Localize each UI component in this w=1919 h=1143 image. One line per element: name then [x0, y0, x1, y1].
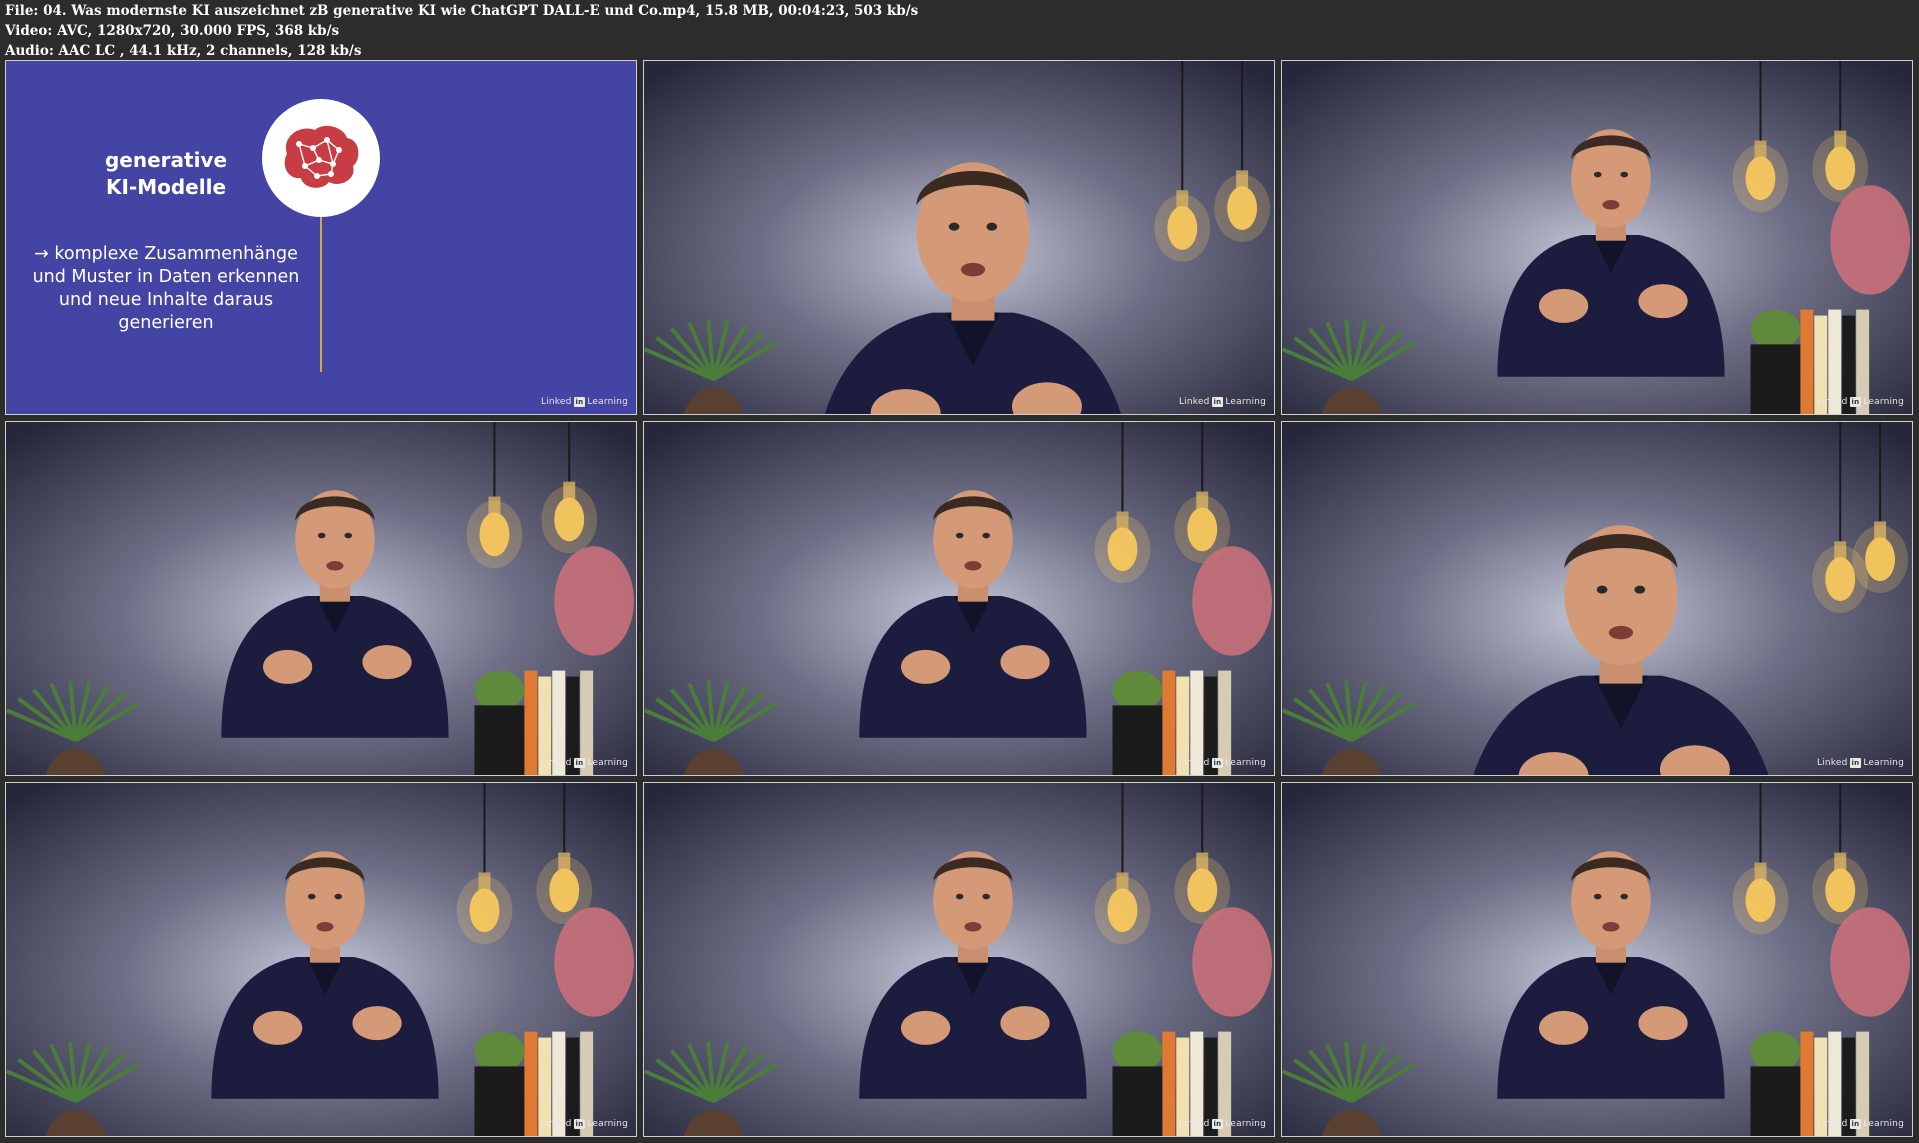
slide-body: → komplexe Zusammenhänge und Muster in D… [26, 243, 306, 335]
thumbnail-slide: generative KI-Modelle → komplexe Zusamme… [5, 60, 637, 415]
video-info-line: Video: AVC, 1280x720, 30.000 FPS, 368 kb… [5, 23, 340, 39]
slide-body-line: generieren [118, 313, 214, 333]
linkedin-learning-watermark: Linked in Learning [1817, 758, 1904, 768]
slide-body-line: und Muster in Daten erkennen [32, 267, 300, 287]
watermark-text: Learning [1225, 1119, 1266, 1129]
slide-title-line: generative [104, 148, 228, 172]
watermark-text: Linked [1816, 758, 1848, 768]
watermark-text: Learning [1225, 758, 1266, 768]
linkedin-logo-icon: in [573, 397, 586, 407]
watermark-text: Learning [1225, 397, 1266, 407]
presenter-scene [644, 61, 1274, 414]
watermark-text: Linked [540, 397, 572, 407]
watermark-text: Linked [1178, 758, 1210, 768]
watermark-text: Linked [540, 758, 572, 768]
watermark-text: Learning [587, 397, 628, 407]
linkedin-learning-watermark: Linked in Learning [1179, 1119, 1266, 1129]
linkedin-logo-icon: in [573, 758, 586, 768]
thumbnail-presenter-4: Linked in Learning [643, 421, 1275, 776]
audio-info-line: Audio: AAC LC , 44.1 kHz, 2 channels, 12… [5, 43, 362, 59]
presenter-scene [6, 783, 636, 1136]
slide-title: generative KI-Modelle [76, 147, 256, 201]
linkedin-logo-icon: in [573, 1119, 586, 1129]
linkedin-logo-icon: in [1211, 1119, 1224, 1129]
presenter-scene [644, 783, 1274, 1136]
linkedin-logo-icon: in [1849, 758, 1862, 768]
linkedin-learning-watermark: Linked in Learning [541, 1119, 628, 1129]
watermark-text: Learning [587, 1119, 628, 1129]
presenter-scene [1282, 61, 1912, 414]
thumbnail-presenter-7: Linked in Learning [643, 782, 1275, 1137]
watermark-text: Learning [587, 758, 628, 768]
thumbnail-grid: generative KI-Modelle → komplexe Zusamme… [5, 60, 1915, 1138]
linkedin-logo-icon: in [1211, 397, 1224, 407]
thumbnail-presenter-8: Linked in Learning [1281, 782, 1913, 1137]
slide-body-line: → komplexe Zusammenhänge [34, 244, 298, 264]
watermark-text: Learning [1863, 1119, 1904, 1129]
file-info-line: File: 04. Was modernste KI auszeichnet z… [5, 3, 919, 19]
thumbnail-presenter-3: Linked in Learning [5, 421, 637, 776]
linkedin-learning-watermark: Linked in Learning [1817, 1119, 1904, 1129]
linkedin-learning-watermark: Linked in Learning [1179, 758, 1266, 768]
brain-network-icon [262, 99, 380, 217]
linkedin-learning-watermark: Linked in Learning [1179, 397, 1266, 407]
presenter-scene [6, 422, 636, 775]
presenter-scene [1282, 422, 1912, 775]
linkedin-logo-icon: in [1849, 1119, 1862, 1129]
presenter-scene [1282, 783, 1912, 1136]
thumbnail-presenter-6: Linked in Learning [5, 782, 637, 1137]
watermark-text: Linked [1816, 397, 1848, 407]
thumbnail-presenter-2: Linked in Learning [1281, 60, 1913, 415]
watermark-text: Learning [1863, 397, 1904, 407]
watermark-text: Linked [540, 1119, 572, 1129]
watermark-text: Linked [1178, 397, 1210, 407]
watermark-text: Learning [1863, 758, 1904, 768]
linkedin-logo-icon: in [1211, 758, 1224, 768]
slide-body-line: und neue Inhalte daraus [58, 290, 274, 310]
watermark-text: Linked [1178, 1119, 1210, 1129]
linkedin-learning-watermark: Linked in Learning [1817, 397, 1904, 407]
thumbnail-presenter-1: Linked in Learning [643, 60, 1275, 415]
presenter-scene [644, 422, 1274, 775]
file-info-header: File: 04. Was modernste KI auszeichnet z… [5, 1, 1905, 61]
linkedin-logo-icon: in [1849, 397, 1862, 407]
linkedin-learning-watermark: Linked in Learning [541, 758, 628, 768]
slide-connector-line [320, 217, 322, 372]
watermark-text: Linked [1816, 1119, 1848, 1129]
linkedin-learning-watermark: Linked in Learning [541, 397, 628, 407]
slide-title-line: KI-Modelle [105, 175, 227, 199]
thumbnail-presenter-5: Linked in Learning [1281, 421, 1913, 776]
